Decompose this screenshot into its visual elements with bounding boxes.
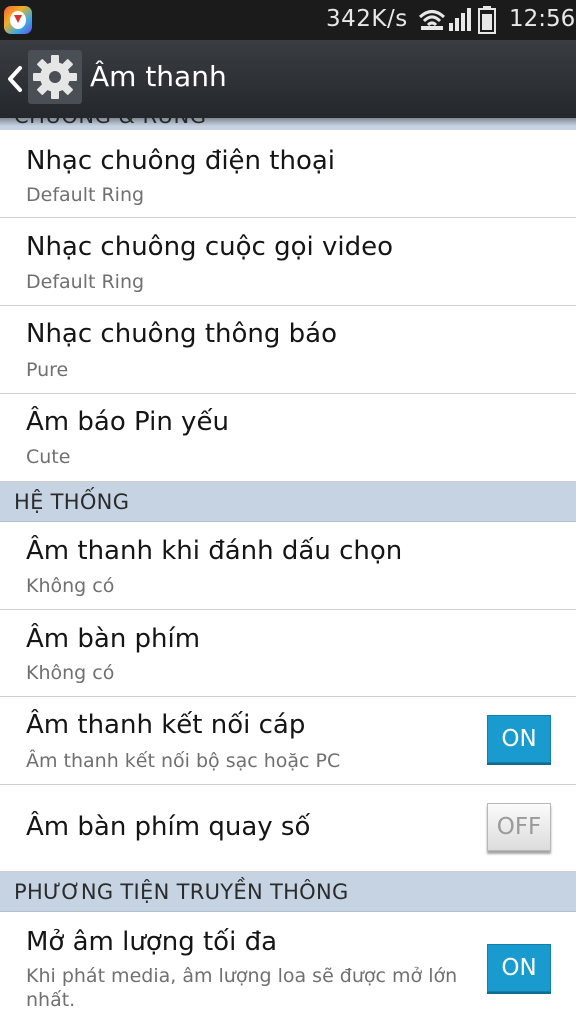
setting-description: Khi phát media, âm lượng loa sẽ được mở …: [26, 965, 458, 1011]
section-header-ringtones: CHUÔNG & RUNG: [0, 118, 576, 130]
setting-value: Cute: [26, 446, 71, 468]
wifi-icon: [418, 10, 446, 30]
max-volume-toggle[interactable]: ON: [487, 944, 551, 992]
setting-video-call-ringtone[interactable]: Nhạc chuông cuộc gọi video Default Ring: [0, 218, 576, 306]
setting-value: Không có: [26, 575, 115, 597]
back-chevron-icon[interactable]: [4, 64, 26, 94]
setting-title: Nhạc chuông điện thoại: [26, 146, 336, 176]
setting-title: Mở âm lượng tối đa: [26, 927, 278, 957]
status-bar: 342K/s 12:56: [0, 0, 576, 40]
setting-touch-sounds[interactable]: Âm thanh khi đánh dấu chọn Không có: [0, 522, 576, 610]
network-speed: 342K/s: [326, 6, 408, 32]
setting-title: Âm thanh khi đánh dấu chọn: [26, 536, 403, 566]
section-header-label: PHƯƠNG TIỆN TRUYỀN THÔNG: [14, 880, 349, 904]
setting-low-battery-sound[interactable]: Âm báo Pin yếu Cute: [0, 394, 576, 482]
section-header-media: PHƯƠNG TIỆN TRUYỀN THÔNG: [0, 872, 576, 912]
setting-title: Âm thanh kết nối cáp: [26, 710, 306, 740]
setting-title: Âm bàn phím quay số: [26, 812, 311, 842]
setting-title: Nhạc chuông thông báo: [26, 319, 337, 349]
cable-sound-toggle[interactable]: ON: [487, 715, 551, 763]
section-header-label: HỆ THỐNG: [14, 490, 130, 514]
setting-dial-pad-sound[interactable]: Âm bàn phím quay số OFF: [0, 785, 576, 872]
setting-value: Pure: [26, 359, 69, 381]
setting-description: Âm thanh kết nối bộ sạc hoặc PC: [26, 750, 341, 772]
setting-value: Không có: [26, 662, 115, 684]
setting-phone-ringtone[interactable]: Nhạc chuông điện thoại Default Ring: [0, 130, 576, 218]
clock: 12:56: [509, 6, 576, 32]
setting-cable-connection-sound[interactable]: Âm thanh kết nối cáp Âm thanh kết nối bộ…: [0, 697, 576, 785]
setting-max-volume[interactable]: Mở âm lượng tối đa Khi phát media, âm lư…: [0, 912, 576, 1024]
battery-icon: [478, 6, 496, 34]
setting-title: Nhạc chuông cuộc gọi video: [26, 232, 393, 262]
dial-pad-sound-toggle[interactable]: OFF: [487, 803, 551, 851]
setting-keyboard-sounds[interactable]: Âm bàn phím Không có: [0, 610, 576, 697]
signal-icon: [449, 8, 471, 31]
setting-notification-sound[interactable]: Nhạc chuông thông báo Pure: [0, 306, 576, 394]
setting-title: Âm báo Pin yếu: [26, 407, 229, 437]
page-title: Âm thanh: [90, 60, 227, 93]
section-header-label: CHUÔNG & RUNG: [14, 118, 207, 128]
setting-value: Default Ring: [26, 271, 145, 293]
setting-value: Default Ring: [26, 184, 145, 206]
download-notification-icon: [4, 6, 32, 34]
settings-app-icon[interactable]: [28, 50, 82, 104]
setting-title: Âm bàn phím: [26, 624, 201, 654]
section-header-system: HỆ THỐNG: [0, 482, 576, 522]
gear-icon: [33, 55, 77, 99]
action-bar: Âm thanh: [0, 40, 576, 118]
